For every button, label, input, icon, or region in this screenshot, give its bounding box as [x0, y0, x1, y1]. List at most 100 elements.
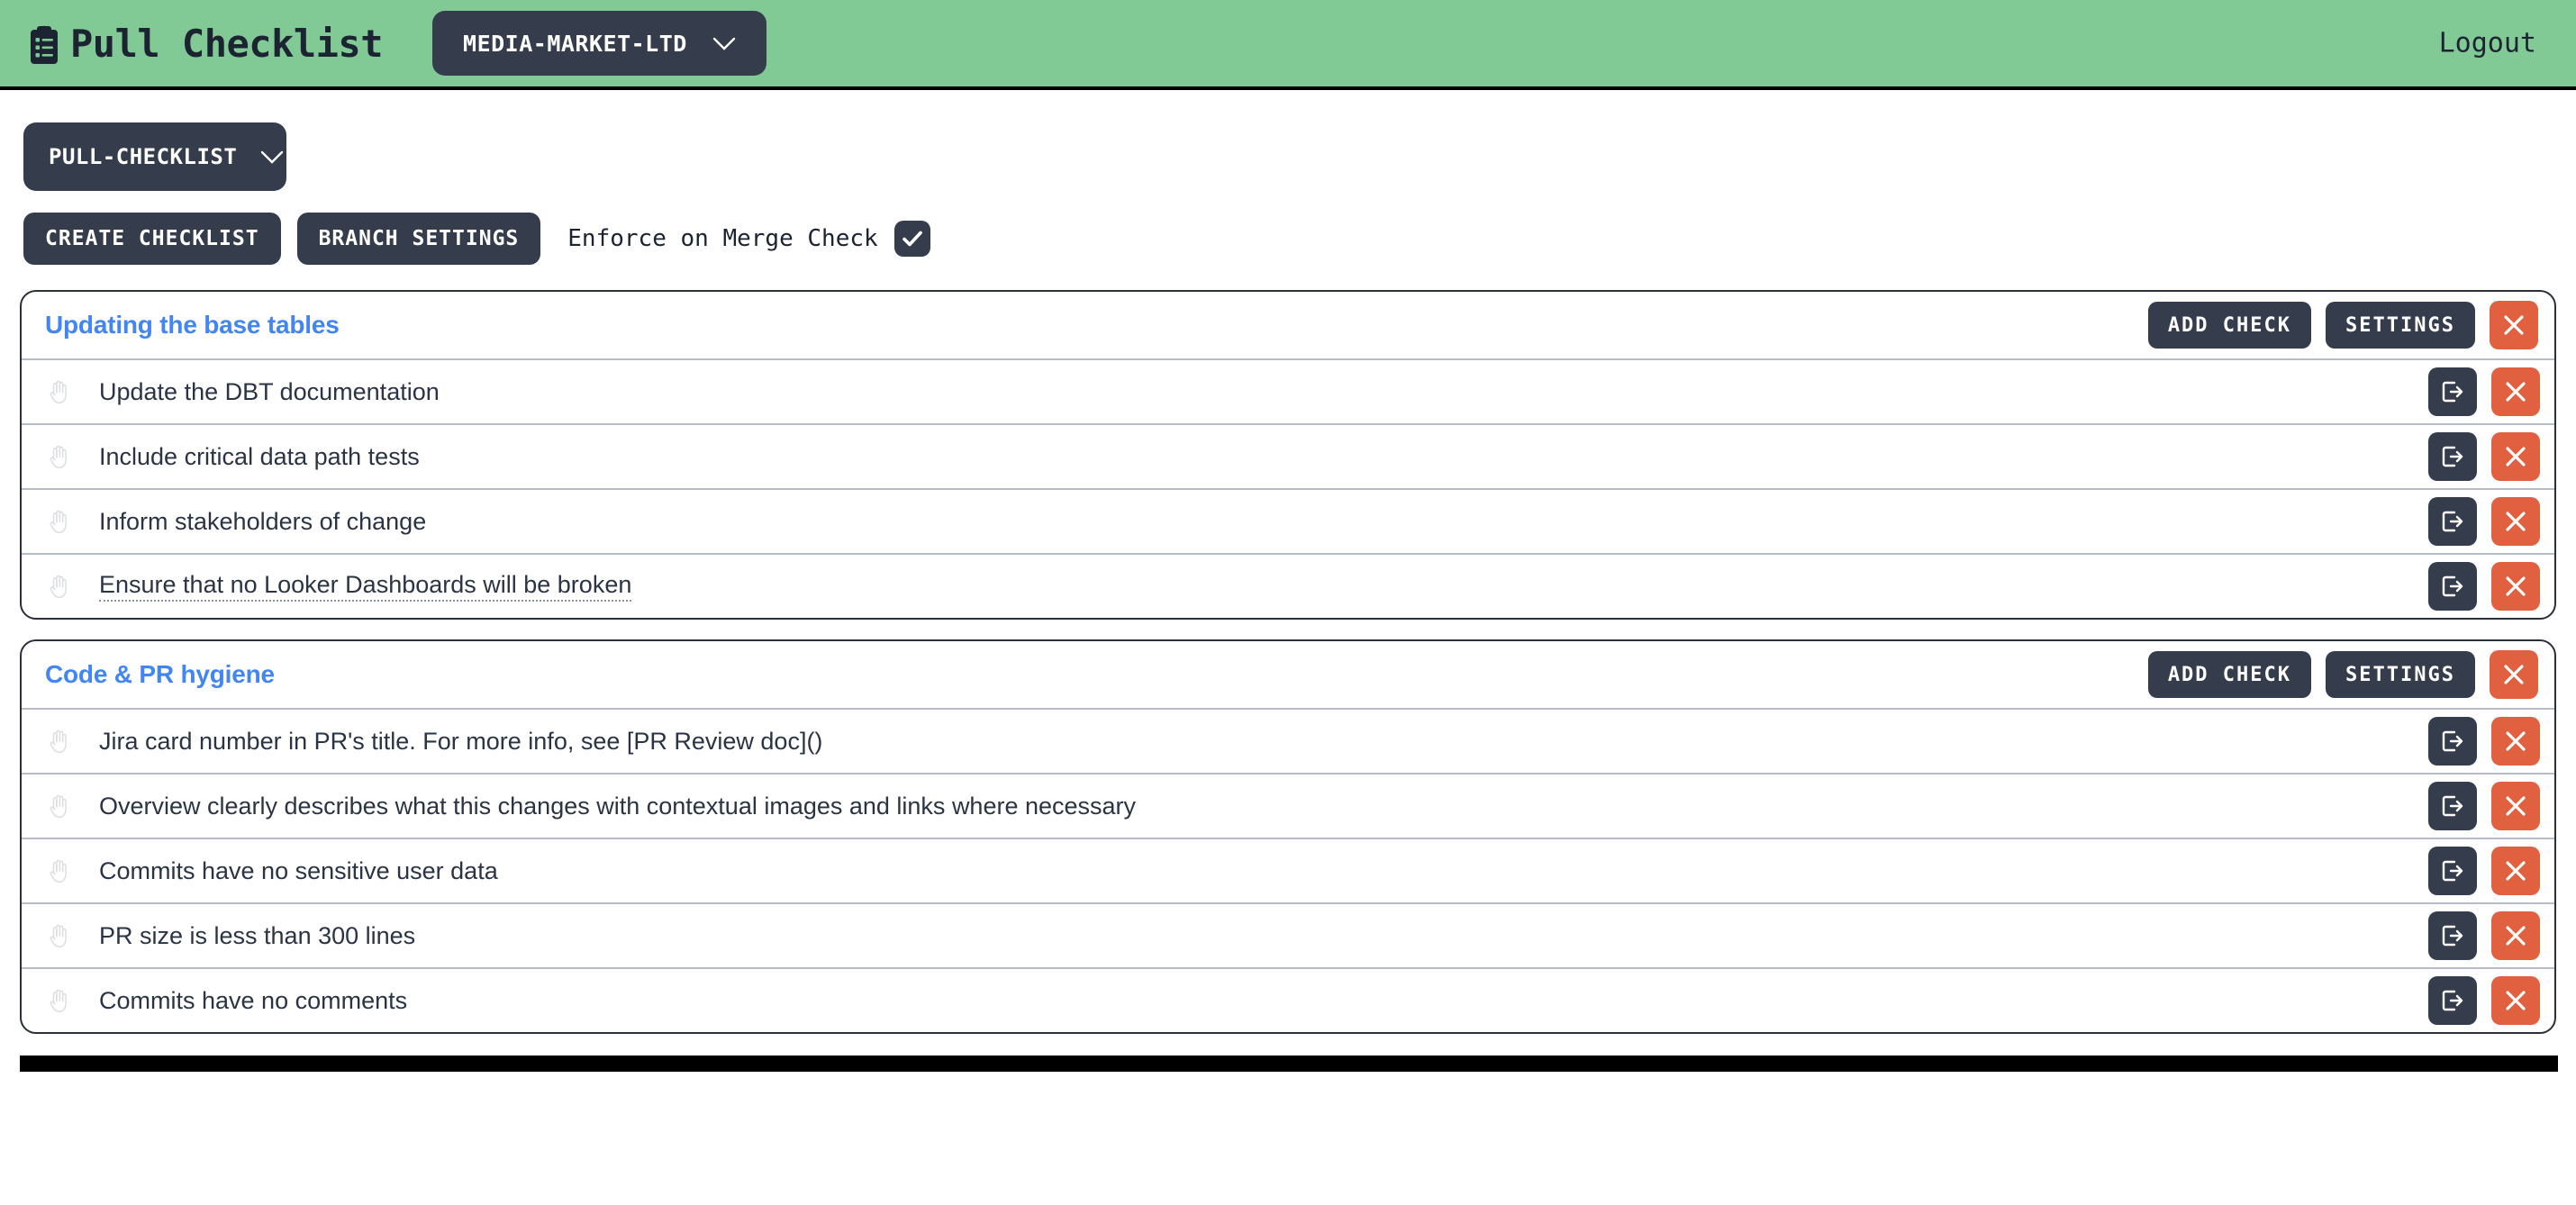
org-selector[interactable]: MEDIA-MARKET-LTD: [432, 11, 766, 76]
raised-hand-icon[interactable]: [45, 571, 76, 602]
add-check-button[interactable]: ADD CHECK: [2147, 651, 2312, 698]
checklist-item-text[interactable]: Jira card number in PR's title. For more…: [99, 728, 822, 756]
raised-hand-icon[interactable]: [45, 441, 76, 472]
delete-check-button[interactable]: [2491, 847, 2540, 895]
raised-hand-icon[interactable]: [45, 376, 76, 407]
delete-checklist-button[interactable]: [2490, 650, 2538, 699]
checklist-item-text[interactable]: Overview clearly describes what this cha…: [99, 793, 1136, 820]
checklist-item-actions: [2407, 367, 2540, 416]
open-check-button[interactable]: [2428, 562, 2477, 611]
toolbar-actions: CREATE CHECKLIST BRANCH SETTINGS Enforce…: [23, 213, 2576, 265]
branch-settings-button[interactable]: BRANCH SETTINGS: [296, 213, 541, 265]
close-icon: [2506, 576, 2526, 596]
delete-check-button[interactable]: [2491, 976, 2540, 1025]
delete-check-button[interactable]: [2491, 497, 2540, 546]
checklist-settings-button[interactable]: SETTINGS: [2326, 651, 2475, 698]
open-check-button[interactable]: [2428, 847, 2477, 895]
close-icon: [2504, 315, 2524, 335]
checklist-item-text[interactable]: Include critical data path tests: [99, 443, 420, 471]
check-icon: [902, 231, 922, 247]
open-check-button[interactable]: [2428, 976, 2477, 1025]
checklist-item-row: Inform stakeholders of change: [22, 488, 2554, 553]
close-icon: [2506, 926, 2526, 946]
branch-settings-label: BRANCH SETTINGS: [318, 227, 520, 250]
open-check-button[interactable]: [2428, 717, 2477, 766]
chevron-down-icon: [712, 37, 736, 50]
open-check-button[interactable]: [2428, 367, 2477, 416]
checklist-card-0: Updating the base tables ADD CHECK SETTI…: [20, 290, 2556, 620]
checklist-item-text[interactable]: Update the DBT documentation: [99, 378, 440, 406]
close-icon: [2506, 796, 2526, 816]
external-link-icon: [2442, 925, 2463, 947]
page-title: Pull Checklist: [70, 21, 384, 66]
delete-check-button[interactable]: [2491, 432, 2540, 481]
brand: Pull Checklist: [27, 21, 384, 66]
checklist-title: Code & PR hygiene: [45, 660, 275, 688]
checklist-item-row: Commits have no sensitive user data: [22, 838, 2554, 902]
checklist-item-actions: [2407, 562, 2540, 611]
checklist-item-text[interactable]: Commits have no comments: [99, 987, 407, 1015]
enforce-on-merge-label: Enforce on Merge Check: [567, 225, 878, 252]
horizontal-scrollbar[interactable]: [20, 1056, 2558, 1072]
raised-hand-icon[interactable]: [45, 791, 76, 821]
chevron-down-icon: [260, 150, 284, 164]
add-check-label: ADD CHECK: [2167, 313, 2292, 337]
checklists-container: Updating the base tables ADD CHECK SETTI…: [0, 290, 2576, 1034]
add-check-button[interactable]: ADD CHECK: [2147, 302, 2312, 349]
close-icon: [2506, 512, 2526, 531]
open-check-button[interactable]: [2428, 782, 2477, 830]
external-link-icon: [2442, 575, 2463, 597]
toolbar: PULL-CHECKLIST CREATE CHECKLIST BRANCH S…: [0, 122, 2576, 265]
checklist-card-1: Code & PR hygiene ADD CHECK SETTINGS Jir…: [20, 639, 2556, 1034]
close-icon: [2504, 665, 2524, 684]
branch-selector-label: PULL-CHECKLIST: [49, 144, 238, 169]
open-check-button[interactable]: [2428, 911, 2477, 960]
checklist-item-actions: [2407, 782, 2540, 830]
checklist-settings-label: SETTINGS: [2345, 313, 2455, 337]
checklist-settings-button[interactable]: SETTINGS: [2326, 302, 2475, 349]
checklist-item-actions: [2407, 717, 2540, 766]
checklist-header-actions: ADD CHECK SETTINGS: [2147, 301, 2538, 349]
delete-check-button[interactable]: [2491, 911, 2540, 960]
checklist-item-row: Jira card number in PR's title. For more…: [22, 708, 2554, 773]
checklist-settings-label: SETTINGS: [2345, 663, 2455, 686]
raised-hand-icon[interactable]: [45, 856, 76, 886]
checklist-item-row: Ensure that no Looker Dashboards will be…: [22, 553, 2554, 618]
open-check-button[interactable]: [2428, 497, 2477, 546]
checklist-item-row: PR size is less than 300 lines: [22, 902, 2554, 967]
create-checklist-button[interactable]: CREATE CHECKLIST: [23, 213, 281, 265]
checklist-item-text[interactable]: Ensure that no Looker Dashboards will be…: [99, 571, 632, 602]
checklist-item-actions: [2407, 847, 2540, 895]
close-icon: [2506, 861, 2526, 881]
branch-selector-button[interactable]: PULL-CHECKLIST: [23, 122, 286, 191]
raised-hand-icon[interactable]: [45, 920, 76, 951]
checklist-item-text[interactable]: Commits have no sensitive user data: [99, 857, 498, 885]
raised-hand-icon[interactable]: [45, 506, 76, 537]
raised-hand-icon[interactable]: [45, 985, 76, 1016]
checklist-card-header: Updating the base tables ADD CHECK SETTI…: [22, 292, 2554, 358]
top-header-bar: Pull Checklist MEDIA-MARKET-LTD Logout: [0, 0, 2576, 90]
checklist-item-actions: [2407, 497, 2540, 546]
external-link-icon: [2442, 860, 2463, 882]
external-link-icon: [2442, 730, 2463, 752]
checklist-item-row: Overview clearly describes what this cha…: [22, 773, 2554, 838]
checklist-item-text[interactable]: PR size is less than 300 lines: [99, 922, 415, 950]
enforce-on-merge-checkbox[interactable]: [893, 221, 930, 257]
checklist-items: Update the DBT documentation Include cri…: [22, 358, 2554, 618]
delete-check-button[interactable]: [2491, 782, 2540, 830]
checklist-item-text[interactable]: Inform stakeholders of change: [99, 508, 426, 536]
checklist-item-actions: [2407, 976, 2540, 1025]
checklist-item-row: Update the DBT documentation: [22, 358, 2554, 423]
create-checklist-label: CREATE CHECKLIST: [45, 227, 259, 250]
delete-checklist-button[interactable]: [2490, 301, 2538, 349]
external-link-icon: [2442, 446, 2463, 467]
logout-link[interactable]: Logout: [2439, 28, 2536, 59]
delete-check-button[interactable]: [2491, 367, 2540, 416]
checklist-item-row: Commits have no comments: [22, 967, 2554, 1032]
delete-check-button[interactable]: [2491, 562, 2540, 611]
raised-hand-icon[interactable]: [45, 726, 76, 757]
delete-check-button[interactable]: [2491, 717, 2540, 766]
checklist-item-row: Include critical data path tests: [22, 423, 2554, 488]
checklist-item-actions: [2407, 432, 2540, 481]
open-check-button[interactable]: [2428, 432, 2477, 481]
